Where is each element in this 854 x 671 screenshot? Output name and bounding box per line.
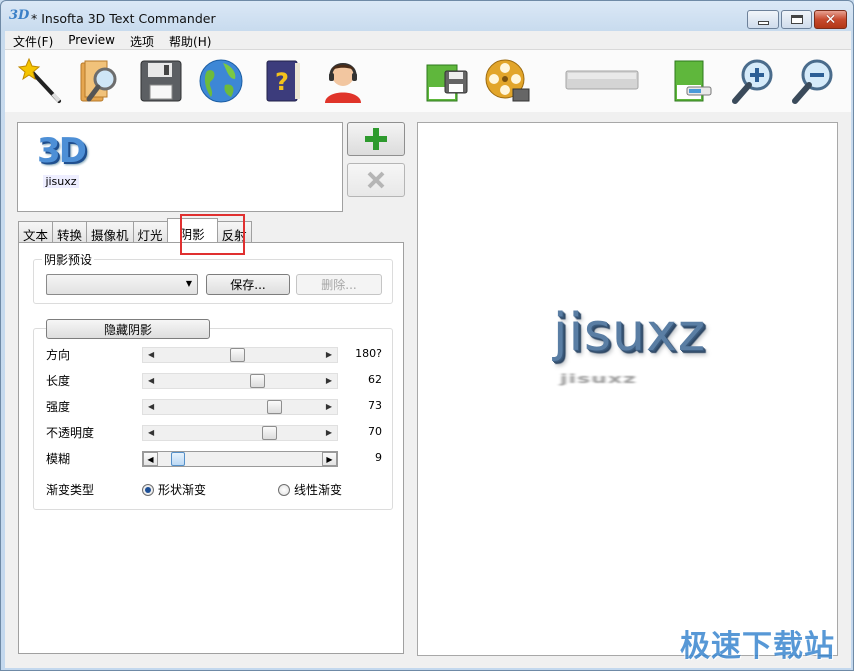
linear-gradient-radio[interactable]: 线性渐变 (278, 481, 342, 498)
thumbnail-label: jisuxz (43, 175, 79, 188)
help-book-icon[interactable]: ? (259, 57, 307, 105)
thumbnail-3d-logo: 3D (37, 131, 87, 171)
intensity-label: 强度 (46, 400, 71, 414)
video-reel-icon[interactable] (483, 57, 531, 105)
export-picture-icon[interactable] (669, 57, 717, 105)
direction-slider[interactable]: ◀ ▶ (142, 347, 338, 363)
maximize-icon (790, 15, 803, 24)
tab-highlight-box (180, 214, 245, 255)
open-file-search-icon[interactable] (77, 57, 125, 105)
client-area: 3D jisuxz 文本 转换 摄像机 灯光 阴影 反射 阴影预设 ▼ 保存..… (5, 112, 851, 668)
slider-right-arrow-icon[interactable]: ▶ (326, 428, 332, 437)
slider-right-arrow-icon[interactable]: ▶ (322, 452, 337, 466)
slider-left-arrow-icon[interactable]: ◀ (143, 452, 158, 466)
radio-selected-icon (142, 483, 154, 496)
globe-web-icon[interactable] (197, 57, 245, 105)
menu-bar: 文件(F) Preview 选项 帮助(H) (5, 31, 851, 50)
zoom-out-icon[interactable] (789, 57, 837, 105)
menu-file[interactable]: 文件(F) (5, 31, 60, 50)
maximize-button[interactable] (781, 10, 812, 29)
shape-gradient-radio[interactable]: 形状渐变 (142, 481, 206, 498)
direction-slider-thumb[interactable] (229, 348, 245, 362)
x-icon (367, 171, 385, 189)
menu-options[interactable]: 选项 (122, 31, 161, 50)
slider-left-arrow-icon[interactable]: ◀ (148, 402, 154, 411)
length-slider-thumb[interactable] (250, 374, 266, 388)
window-title: * Insofta 3D Text Commander (31, 11, 216, 26)
opacity-label: 不透明度 (46, 426, 95, 440)
shadow-preset-label: 阴影预设 (42, 251, 95, 268)
intensity-slider[interactable]: ◀ ▶ (142, 399, 338, 415)
direction-label: 方向 (46, 348, 71, 362)
slider-left-arrow-icon[interactable]: ◀ (148, 428, 154, 437)
shadow-settings-group: 隐藏阴影 方向 ◀ ▶ 180? 长度 ◀ ▶ 62 强度 ◀ ▶ 73 不透明… (33, 319, 393, 510)
intensity-value: 73 (368, 399, 382, 412)
length-value: 62 (368, 373, 382, 386)
blur-label: 模糊 (46, 452, 71, 466)
save-disk-icon[interactable] (137, 57, 185, 105)
slider-left-arrow-icon[interactable]: ◀ (148, 376, 154, 385)
slider-right-arrow-icon[interactable]: ▶ (326, 376, 332, 385)
support-agent-icon[interactable] (319, 57, 367, 105)
blur-slider[interactable]: ◀ ▶ (142, 451, 338, 467)
dropdown-arrow-icon: ▼ (185, 279, 192, 288)
app-logo-icon: 3D (9, 8, 30, 23)
plus-icon (365, 128, 387, 150)
menu-preview[interactable]: Preview (60, 31, 122, 50)
tab-text[interactable]: 文本 (18, 221, 54, 243)
slider-left-arrow-icon[interactable]: ◀ (148, 350, 154, 359)
app-window: 3D * Insofta 3D Text Commander ✕ 文件(F) P… (0, 0, 854, 671)
preview-text-shadow: jisuxz (560, 372, 637, 387)
hide-shadow-button[interactable]: 隐藏阴影 (46, 319, 210, 339)
close-icon: ✕ (824, 11, 837, 28)
shadow-preset-select[interactable]: ▼ (46, 274, 198, 295)
linear-gradient-label: 线性渐变 (294, 483, 343, 497)
delete-item-button[interactable] (347, 163, 405, 197)
watermark-logo: 极速下载站 (680, 629, 835, 664)
tab-camera[interactable]: 摄像机 (86, 221, 134, 243)
delete-preset-button[interactable]: 删除... (296, 274, 382, 295)
opacity-value: 70 (368, 425, 382, 438)
toolbar: ? (5, 50, 851, 112)
magic-wand-icon[interactable] (17, 57, 65, 105)
text-item-list[interactable]: 3D jisuxz (17, 122, 343, 212)
slider-right-arrow-icon[interactable]: ▶ (326, 402, 332, 411)
opacity-slider[interactable]: ◀ ▶ (142, 425, 338, 441)
blur-value: 9 (375, 451, 382, 464)
blur-slider-thumb[interactable] (171, 452, 186, 466)
add-item-button[interactable] (347, 122, 405, 156)
radio-unselected-icon (278, 483, 290, 496)
opacity-slider-thumb[interactable] (262, 426, 278, 440)
zoom-in-icon[interactable] (729, 57, 777, 105)
svg-text:?: ? (275, 68, 289, 96)
shadow-preset-group: 阴影预设 ▼ 保存... 删除... (33, 251, 393, 304)
direction-value: 180? (355, 347, 382, 360)
menu-help[interactable]: 帮助(H) (161, 31, 218, 50)
shape-gradient-label: 形状渐变 (158, 483, 207, 497)
shadow-tab-panel: 阴影预设 ▼ 保存... 删除... 隐藏阴影 方向 ◀ ▶ 180? 长度 ◀… (18, 242, 404, 654)
minimize-icon (757, 20, 769, 25)
tab-transform[interactable]: 转换 (52, 221, 88, 243)
tab-lighting[interactable]: 灯光 (132, 221, 168, 243)
text-item-thumbnail[interactable]: 3D jisuxz (30, 131, 92, 191)
gradient-type-label: 渐变类型 (46, 483, 95, 497)
length-slider[interactable]: ◀ ▶ (142, 373, 338, 389)
title-bar[interactable]: 3D * Insofta 3D Text Commander ✕ (1, 1, 853, 31)
preview-canvas[interactable]: jisuxz jisuxz (417, 122, 838, 656)
length-label: 长度 (46, 374, 71, 388)
minimize-button[interactable] (747, 10, 779, 29)
slider-right-arrow-icon[interactable]: ▶ (326, 350, 332, 359)
blank-bar-icon[interactable] (565, 57, 639, 105)
close-button[interactable]: ✕ (814, 10, 847, 29)
preview-3d-text: jisuxz (553, 303, 707, 363)
save-image-icon[interactable] (423, 57, 471, 105)
save-preset-button[interactable]: 保存... (206, 274, 290, 295)
intensity-slider-thumb[interactable] (266, 400, 282, 414)
